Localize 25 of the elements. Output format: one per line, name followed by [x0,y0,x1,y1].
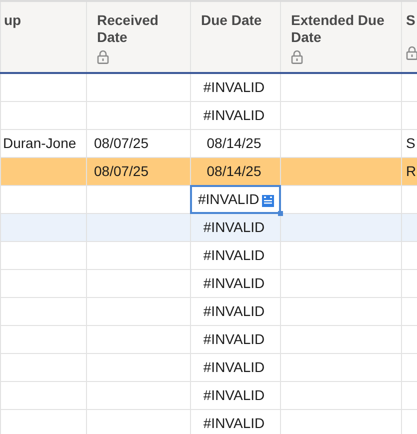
table-cell-text: #INVALID [203,302,265,321]
lock-icon [291,50,303,64]
table-cell-text: #INVALID [203,414,265,433]
table-cell-text: #INVALID [203,330,265,349]
calendar-icon[interactable] [262,195,274,207]
fill-handle[interactable] [278,211,283,216]
table-cell[interactable]: #INVALID [191,186,280,213]
table-cell-text: #INVALID [203,274,265,293]
table-cell-text: R [406,162,416,181]
table-cell-text: 08/07/25 [94,162,148,181]
table-cell-text: #INVALID [203,106,265,125]
column-header[interactable]: S [406,12,417,29]
table-cell-text: Duran-Jone [3,134,76,153]
table-cell-text: 08/14/25 [206,162,262,181]
table-cell-text: 08/07/25 [94,134,148,153]
table-cell-text: S [406,134,416,153]
table-cell-text: #INVALID [203,386,265,405]
lock-icon [406,46,417,60]
table-cell-text: #INVALID [203,218,265,237]
table-cell-text: #INVALID [203,358,265,377]
table-cell-text: 08/14/25 [206,134,262,153]
lock-icon [97,50,109,64]
table-cell-text: #INVALID [203,246,265,265]
table-cell-text: #INVALID [203,78,265,97]
column-header[interactable]: Due Date [201,12,276,29]
